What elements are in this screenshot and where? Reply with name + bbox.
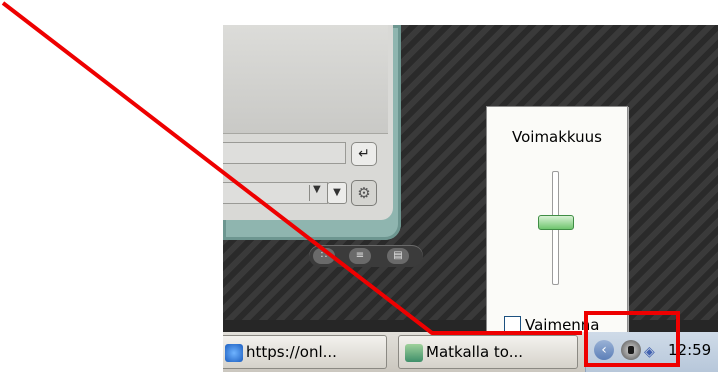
annotation-highlight-box xyxy=(584,311,680,367)
